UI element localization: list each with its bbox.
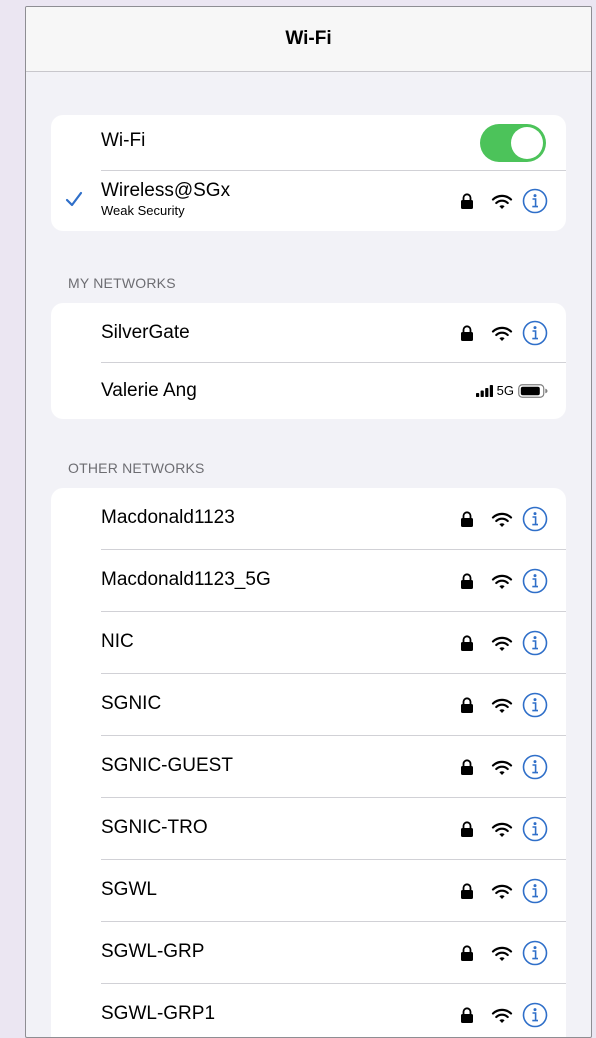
page-title: Wi-Fi <box>285 28 332 49</box>
network-name: Valerie Ang <box>101 380 197 401</box>
network-icons <box>460 816 548 842</box>
lock-icon <box>461 944 473 961</box>
my-networks-header: MY NETWORKS <box>68 275 176 291</box>
info-icon[interactable] <box>522 568 548 594</box>
network-row[interactable]: SGNIC <box>51 674 566 736</box>
wifi-icon <box>491 822 513 837</box>
connected-network-subtitle: Weak Security <box>101 203 185 218</box>
other-networks-header: OTHER NETWORKS <box>68 460 205 476</box>
wifi-icon <box>491 760 513 775</box>
info-icon[interactable] <box>522 754 548 780</box>
hotspot-row[interactable]: Valerie Ang 5G <box>51 363 566 419</box>
network-icons <box>460 878 548 904</box>
network-icons <box>460 506 548 532</box>
lock-icon <box>461 192 473 209</box>
nav-bar: Wi-Fi <box>26 7 591 72</box>
battery-icon <box>518 383 548 398</box>
network-icons <box>460 568 548 594</box>
wifi-icon <box>491 194 513 209</box>
wifi-icon <box>491 946 513 961</box>
wifi-icon <box>491 574 513 589</box>
other-networks-list: Macdonald1123 Macdonald1123_5G NIC SGNIC… <box>51 488 566 1037</box>
network-row[interactable]: NIC <box>51 612 566 674</box>
lock-icon <box>461 324 473 341</box>
network-name: SGNIC-GUEST <box>101 755 233 776</box>
wifi-icon <box>491 326 513 341</box>
lock-icon <box>461 634 473 651</box>
network-icons <box>460 940 548 966</box>
wifi-icon <box>491 698 513 713</box>
network-name: SGWL <box>101 879 157 900</box>
wifi-icon <box>491 1008 513 1023</box>
network-row[interactable]: SGWL-GRP1 <box>51 984 566 1037</box>
network-row[interactable]: SGWL <box>51 860 566 922</box>
toggle-knob <box>511 127 543 159</box>
network-icons <box>460 754 548 780</box>
info-icon[interactable] <box>522 1002 548 1028</box>
connected-network-row[interactable]: Wireless@SGx Weak Security <box>51 171 566 231</box>
wifi-settings-panel: Wi-Fi Wi-Fi Wireless@SGx Weak Security M… <box>25 6 592 1038</box>
lock-icon <box>461 510 473 527</box>
network-name: Macdonald1123 <box>101 507 235 528</box>
cellular-type-label: 5G <box>496 383 514 398</box>
network-row[interactable]: SGWL-GRP <box>51 922 566 984</box>
network-icons <box>460 188 548 214</box>
network-icons <box>460 320 548 346</box>
network-name: Macdonald1123_5G <box>101 569 271 590</box>
network-row[interactable]: SGNIC-GUEST <box>51 736 566 798</box>
network-row[interactable]: Macdonald1123_5G <box>51 550 566 612</box>
info-icon[interactable] <box>522 816 548 842</box>
network-icons <box>460 692 548 718</box>
wifi-status-group: Wi-Fi Wireless@SGx Weak Security <box>51 115 566 231</box>
info-icon[interactable] <box>522 630 548 656</box>
info-icon[interactable] <box>522 878 548 904</box>
lock-icon <box>461 758 473 775</box>
network-icons <box>460 1002 548 1028</box>
checkmark-icon <box>65 191 83 207</box>
connected-network-name: Wireless@SGx <box>101 180 231 201</box>
lock-icon <box>461 1006 473 1023</box>
wifi-toggle-switch[interactable] <box>480 124 546 162</box>
network-name: SilverGate <box>101 322 190 343</box>
lock-icon <box>461 820 473 837</box>
wifi-icon <box>491 884 513 899</box>
info-icon[interactable] <box>522 692 548 718</box>
network-icons <box>460 630 548 656</box>
other-networks-group: Macdonald1123 Macdonald1123_5G NIC SGNIC… <box>51 488 566 1037</box>
lock-icon <box>461 572 473 589</box>
info-icon[interactable] <box>522 188 548 214</box>
network-name: SGWL-GRP <box>101 941 205 962</box>
cellular-signal-icon <box>475 384 493 397</box>
my-networks-group: SilverGate Valerie Ang 5G <box>51 303 566 419</box>
hotspot-status: 5G <box>475 383 548 398</box>
my-network-row[interactable]: SilverGate <box>51 303 566 363</box>
wifi-toggle-row: Wi-Fi <box>51 115 566 171</box>
network-name: SGNIC <box>101 693 162 714</box>
network-row[interactable]: SGNIC-TRO <box>51 798 566 860</box>
connected-network-labels: Wireless@SGx Weak Security <box>101 180 230 218</box>
lock-icon <box>461 696 473 713</box>
wifi-icon <box>491 636 513 651</box>
network-row[interactable]: Macdonald1123 <box>51 488 566 550</box>
info-icon[interactable] <box>522 320 548 346</box>
network-name: SGNIC-TRO <box>101 817 208 838</box>
wifi-toggle-label: Wi-Fi <box>101 130 146 151</box>
info-icon[interactable] <box>522 506 548 532</box>
wifi-icon <box>491 512 513 527</box>
info-icon[interactable] <box>522 940 548 966</box>
network-name: NIC <box>101 631 134 652</box>
lock-icon <box>461 882 473 899</box>
